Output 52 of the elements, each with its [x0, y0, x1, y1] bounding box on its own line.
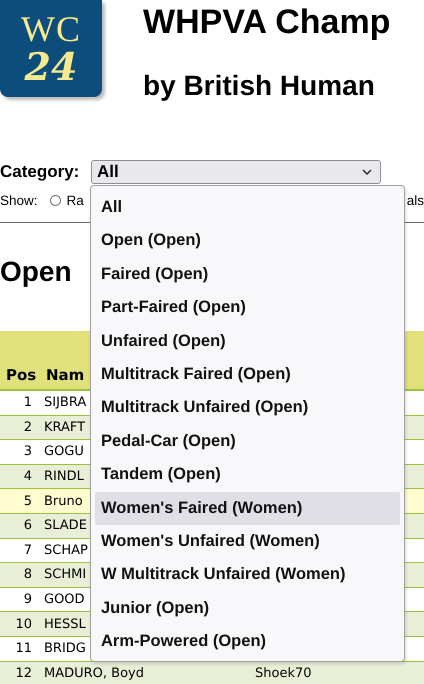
- dropdown-option[interactable]: Multitrack Faired (Open): [95, 358, 400, 392]
- table-cell: RINDL: [44, 469, 84, 484]
- table-cell-text: 6: [22, 518, 32, 534]
- dropdown-option[interactable]: Part-Faired (Open): [95, 291, 400, 325]
- logo-number: 24: [24, 46, 78, 86]
- dropdown-option[interactable]: Open (Open): [95, 224, 400, 258]
- table-cell: SCHAP: [44, 542, 88, 558]
- table-cell: SIJBRA: [44, 395, 86, 410]
- table-cell: SCHMI: [44, 567, 86, 582]
- table-cell-text: 10: [14, 616, 32, 632]
- radio-label: Ra: [66, 192, 84, 208]
- table-cell-text: 3: [22, 444, 32, 460]
- table-cell: GOGU: [44, 444, 84, 460]
- dropdown-option[interactable]: Women's Unfaired (Women): [95, 524, 400, 558]
- table-cell-text: 5: [22, 494, 32, 509]
- show-label: Show:: [0, 192, 38, 208]
- category-label: Category:: [0, 162, 80, 182]
- table-cell: SLADE: [44, 518, 87, 534]
- caret-icon: [362, 169, 372, 175]
- table-cell-text: 8: [22, 567, 32, 582]
- radio-button[interactable]: [50, 194, 61, 206]
- table-cell-text: 2: [22, 420, 32, 435]
- logo-text: WC: [21, 10, 81, 46]
- page-subtitle: by British Human: [143, 70, 376, 102]
- page-title: WHPVA Champ: [143, 2, 390, 42]
- table-cell-text: 9: [22, 592, 32, 608]
- dropdown-option[interactable]: Unfaired (Open): [95, 324, 400, 358]
- dropdown-option[interactable]: Arm-Powered (Open): [95, 625, 400, 658]
- table-cell-text: 12: [14, 666, 32, 681]
- table-cell: BRIDG: [44, 641, 86, 656]
- table-cell: Bruno: [44, 494, 83, 509]
- radio-label: als: [406, 192, 424, 208]
- table-cell: HESSL: [44, 616, 86, 632]
- table-cell: Shoek70: [255, 666, 312, 681]
- column-header: Pos: [5, 366, 38, 384]
- table-cell: GOOD: [44, 592, 85, 608]
- table-cell-text: 11: [14, 641, 32, 656]
- dropdown-option[interactable]: All: [95, 191, 400, 224]
- category-select[interactable]: All: [91, 160, 381, 184]
- dropdown-option[interactable]: Tandem (Open): [95, 458, 400, 492]
- dropdown-option[interactable]: Faired (Open): [95, 258, 400, 292]
- table-cell-text: 1: [22, 395, 32, 410]
- dropdown-option[interactable]: Multitrack Unfaired (Open): [95, 391, 400, 425]
- table-cell: MADURO, Boyd: [44, 666, 144, 681]
- dropdown-option[interactable]: W Multitrack Unfaired (Women): [95, 558, 400, 592]
- table-cell: KRAFT: [44, 420, 86, 435]
- dropdown-option[interactable]: Pedal-Car (Open): [95, 424, 400, 458]
- table-cell-text: 7: [22, 542, 32, 558]
- dropdown-option[interactable]: Junior (Open): [95, 592, 400, 626]
- dropdown-option[interactable]: Women's Faired (Women): [95, 492, 400, 525]
- table-cell-text: 4: [22, 469, 32, 484]
- column-header: Nam: [46, 366, 84, 384]
